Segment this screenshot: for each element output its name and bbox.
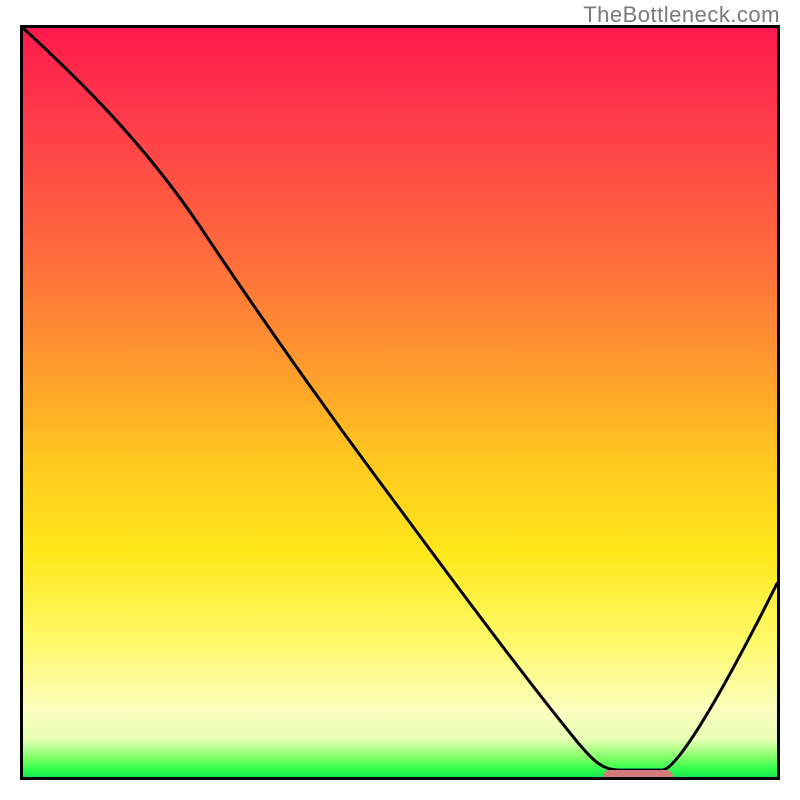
chart-frame: TheBottleneck.com bbox=[0, 0, 800, 800]
optimal-range-marker bbox=[603, 770, 673, 780]
bottleneck-curve-path bbox=[23, 28, 777, 770]
plot-area bbox=[20, 25, 780, 780]
curve-svg bbox=[23, 28, 777, 777]
